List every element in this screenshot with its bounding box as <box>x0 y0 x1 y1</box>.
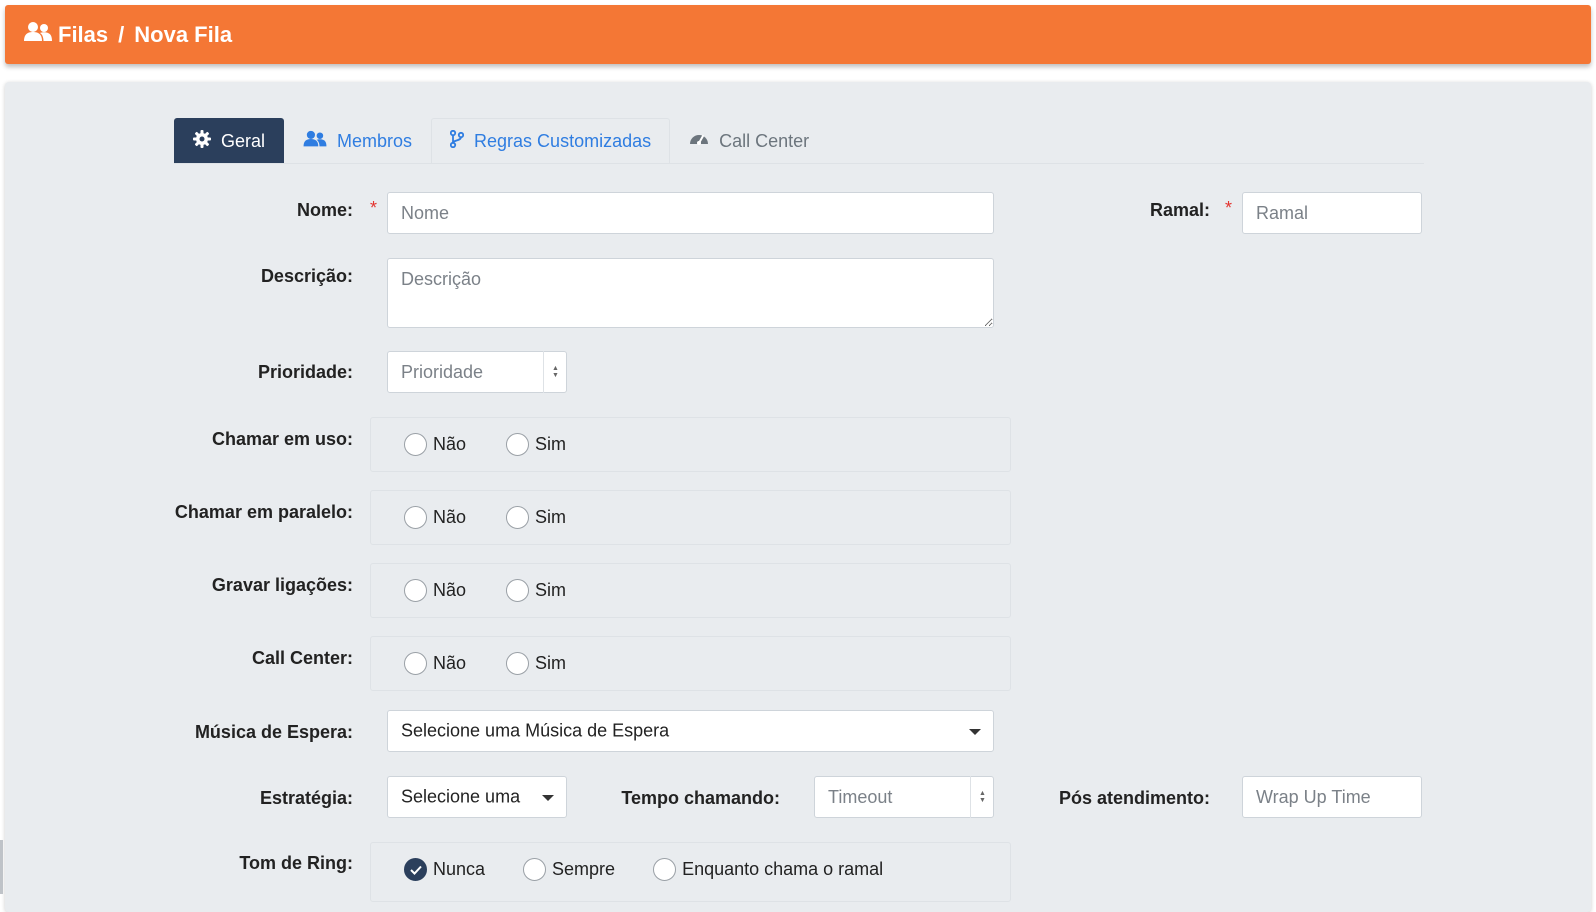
users-icon <box>303 130 337 153</box>
chamar-em-paralelo-group: Não Sim <box>370 490 1011 545</box>
option-label: Sim <box>535 507 567 527</box>
caret-down-icon <box>542 795 554 801</box>
gravar-ligacoes-sim-option[interactable]: Sim <box>506 579 566 602</box>
ramal-required-mark: * <box>1225 198 1233 218</box>
musica-espera-label: Música de Espera: <box>194 722 353 742</box>
breadcrumb-separator: / <box>118 21 125 47</box>
option-label: Sim <box>535 580 567 600</box>
tempo-chamando-input[interactable] <box>814 776 994 818</box>
option-label: Não <box>433 434 467 454</box>
musica-espera-select[interactable]: Selecione uma Música de Espera <box>387 710 994 752</box>
gravar-ligacoes-group: Não Sim <box>370 563 1011 618</box>
chamar-em-uso-sim-option[interactable]: Sim <box>506 433 566 456</box>
tom-de-ring-label: Tom de Ring: <box>239 853 353 873</box>
ramal-input[interactable] <box>1242 192 1422 234</box>
radio-button[interactable] <box>506 579 530 602</box>
nome-required-mark: * <box>370 198 378 218</box>
chamar-em-uso-group: Não Sim <box>370 417 1011 472</box>
tom-de-ring-group: Nunca Sempre Enquanto chama o ramal <box>370 842 1011 902</box>
tab-call-center-label: Call Center <box>719 130 810 151</box>
page-title: Nova Fila <box>134 21 233 47</box>
window-edge <box>0 840 3 894</box>
tab-membros-label: Membros <box>337 130 413 151</box>
estrategia-label: Estratégia: <box>259 788 353 808</box>
breadcrumb-section[interactable]: Filas <box>58 22 108 48</box>
option-label: Não <box>433 507 467 527</box>
stepper-down-icon: ▼ <box>979 797 986 804</box>
prioridade-label: Prioridade: <box>257 362 353 382</box>
descricao-textarea[interactable] <box>387 258 994 328</box>
radio-button[interactable] <box>404 579 427 602</box>
tab-regras-customizadas[interactable]: Regras Customizadas <box>431 118 671 163</box>
chamar-em-paralelo-label: Chamar em paralelo: <box>174 502 353 522</box>
caret-down-icon <box>969 729 981 735</box>
descricao-label: Descrição: <box>260 266 353 286</box>
tab-bar: Geral Membros Regras Customizadas Call C… <box>174 118 1424 164</box>
radio-button[interactable] <box>506 506 530 529</box>
call-center-nao-option[interactable]: Não <box>404 652 466 675</box>
tom-de-ring-nunca-option[interactable]: Nunca <box>404 858 485 881</box>
tab-geral-label: Geral <box>221 130 266 151</box>
musica-espera-selected: Selecione uma Música de Espera <box>401 720 670 741</box>
tab-membros[interactable]: Membros <box>284 118 431 163</box>
nome-label: Nome: <box>296 200 353 220</box>
radio-button[interactable] <box>404 506 427 529</box>
prioridade-input[interactable] <box>387 351 567 393</box>
option-label: Nunca <box>433 859 486 879</box>
call-center-sim-option[interactable]: Sim <box>506 652 566 675</box>
prioridade-number-field: ▲▼ <box>387 351 567 393</box>
tab-call-center[interactable]: Call Center <box>670 118 828 163</box>
nome-input[interactable] <box>387 192 994 234</box>
chamar-em-paralelo-sim-option[interactable]: Sim <box>506 506 566 529</box>
radio-button[interactable] <box>506 652 530 675</box>
chamar-em-uso-nao-option[interactable]: Não <box>404 433 466 456</box>
gravar-ligacoes-label: Gravar ligações: <box>211 575 353 595</box>
option-label: Sempre <box>552 859 616 879</box>
gear-icon <box>193 129 221 153</box>
estrategia-selected: Selecione uma <box>401 786 521 807</box>
gauge-icon <box>689 130 719 153</box>
option-label: Não <box>433 653 467 673</box>
radio-button[interactable] <box>404 652 427 675</box>
call-center-group: Não Sim <box>370 636 1011 691</box>
call-center-label: Call Center: <box>251 648 353 668</box>
radio-button[interactable] <box>653 858 677 881</box>
stepper-up-icon: ▲ <box>979 790 986 797</box>
page-header: Filas / Nova Fila <box>5 5 1591 64</box>
radio-button[interactable] <box>404 433 427 456</box>
tab-regras-label: Regras Customizadas <box>474 130 652 151</box>
tab-geral[interactable]: Geral <box>174 118 285 163</box>
tempo-chamando-number-field: ▲▼ <box>814 776 994 818</box>
users-icon <box>24 21 58 49</box>
ramal-label: Ramal: <box>1149 200 1210 220</box>
tom-de-ring-sempre-option[interactable]: Sempre <box>523 858 615 881</box>
pos-atendimento-input[interactable] <box>1242 776 1422 818</box>
radio-button[interactable] <box>523 858 547 881</box>
estrategia-select[interactable]: Selecione uma <box>387 776 567 818</box>
chamar-em-paralelo-nao-option[interactable]: Não <box>404 506 466 529</box>
option-label: Sim <box>535 653 567 673</box>
prioridade-stepper[interactable]: ▲ ▼ <box>543 351 567 393</box>
option-label: Não <box>433 580 467 600</box>
radio-button-checked[interactable] <box>404 858 427 881</box>
gravar-ligacoes-nao-option[interactable]: Não <box>404 579 466 602</box>
pos-atendimento-label: Pós atendimento: <box>1058 788 1210 808</box>
stepper-down-icon: ▼ <box>552 372 559 379</box>
option-label: Enquanto chama o ramal <box>682 859 884 879</box>
option-label: Sim <box>535 434 567 454</box>
tempo-chamando-label: Tempo chamando: <box>621 788 780 808</box>
tom-de-ring-enquanto-option[interactable]: Enquanto chama o ramal <box>653 858 883 881</box>
tempo-chamando-stepper[interactable]: ▲ ▼ <box>970 776 994 818</box>
radio-button[interactable] <box>506 433 530 456</box>
check-icon <box>409 865 422 875</box>
chamar-em-uso-label: Chamar em uso: <box>211 429 353 449</box>
branch-icon <box>449 129 474 153</box>
stepper-up-icon: ▲ <box>552 365 559 372</box>
